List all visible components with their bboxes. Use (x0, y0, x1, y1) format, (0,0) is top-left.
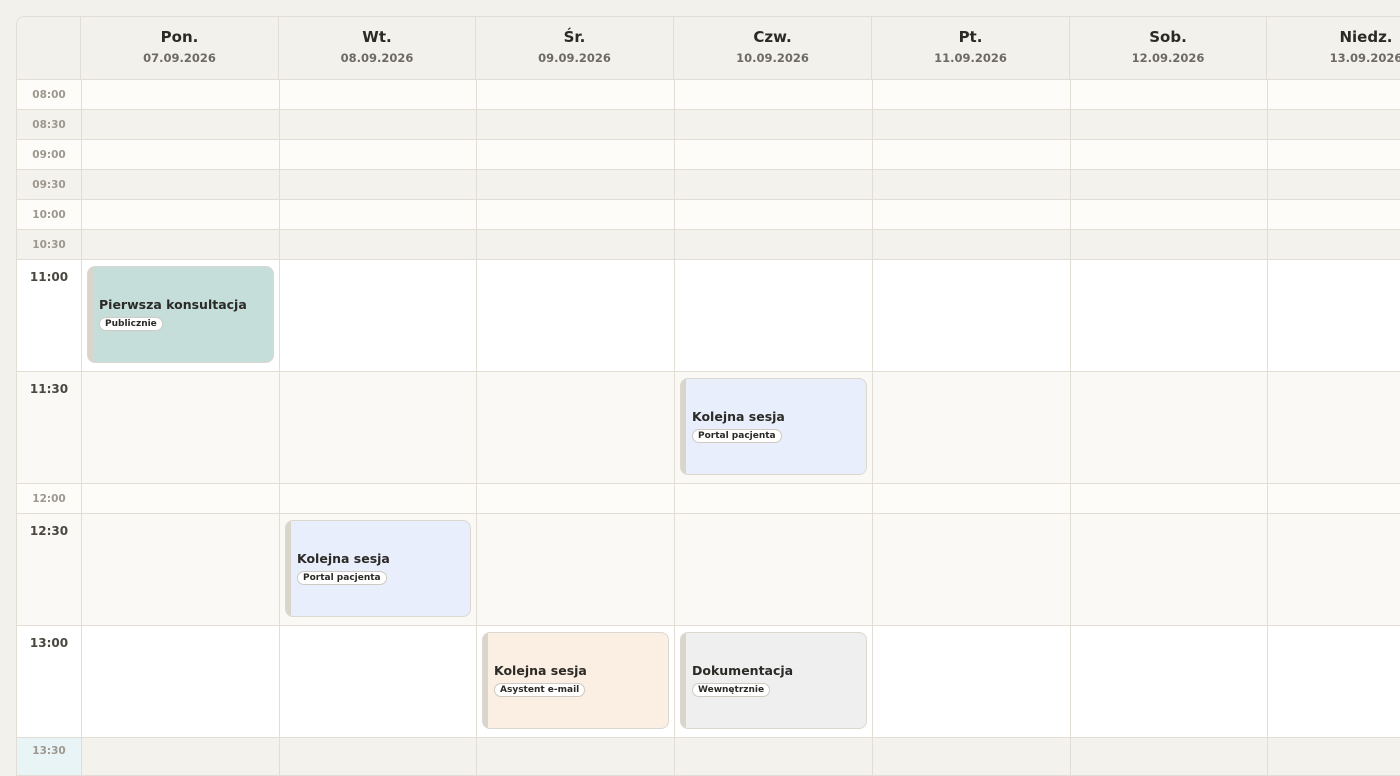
day-date: 07.09.2026 (143, 51, 216, 65)
event-card[interactable]: Kolejna sesja Asystent e-mail (482, 632, 669, 729)
event-card[interactable]: Dokumentacja Wewnętrznie (680, 632, 867, 729)
day-name: Sob. (1149, 28, 1187, 46)
time-label: 09:00 (32, 149, 66, 161)
time-row[interactable]: 09:30 (17, 170, 1400, 200)
event-title: Pierwsza konsultacja (99, 297, 247, 312)
day-name: Niedz. (1339, 28, 1393, 46)
grid-line (81, 80, 82, 775)
event-title: Kolejna sesja (692, 409, 785, 424)
grid-line (872, 80, 873, 775)
day-header-sun[interactable]: Niedz. 13.09.2026 (1267, 17, 1400, 80)
event-accent-bar (681, 379, 686, 474)
time-row[interactable]: 09:00 (17, 140, 1400, 170)
time-gutter (17, 738, 81, 775)
calendar-header: Pon. 07.09.2026 Wt. 08.09.2026 Śr. 09.09… (17, 17, 1400, 80)
time-label: 11:30 (29, 382, 69, 396)
time-label: 11:00 (29, 270, 69, 284)
event-badge: Wewnętrznie (692, 683, 771, 697)
time-label: 10:00 (32, 209, 66, 221)
day-date: 08.09.2026 (340, 51, 414, 65)
event-accent-bar (286, 521, 291, 616)
time-label: 13:30 (32, 745, 66, 757)
event-accent-bar (483, 633, 488, 728)
event-badge: Portal pacjenta (692, 429, 782, 443)
day-header-thu[interactable]: Czw. 10.09.2026 (674, 17, 872, 80)
day-date: 11.09.2026 (934, 51, 1007, 65)
day-name: Pt. (958, 28, 983, 46)
day-name: Śr. (563, 28, 586, 46)
day-name: Czw. (753, 28, 792, 46)
day-name: Pon. (160, 28, 199, 46)
grid-line (1070, 80, 1071, 775)
day-date: 09.09.2026 (538, 51, 611, 65)
time-row[interactable]: 08:30 (17, 110, 1400, 140)
time-label: 08:30 (32, 119, 66, 131)
day-header-sat[interactable]: Sob. 12.09.2026 (1070, 17, 1267, 80)
event-title: Kolejna sesja (297, 551, 390, 566)
day-header-mon[interactable]: Pon. 07.09.2026 (81, 17, 279, 80)
grid-line (279, 80, 280, 775)
day-date: 12.09.2026 (1131, 51, 1205, 65)
time-label: 10:30 (32, 239, 66, 251)
grid-line (1267, 80, 1268, 775)
event-title: Dokumentacja (692, 663, 794, 678)
time-row[interactable]: 12:00 (17, 484, 1400, 514)
time-row[interactable]: 12:30 (17, 514, 1400, 626)
day-header-fri[interactable]: Pt. 11.09.2026 (872, 17, 1070, 80)
event-accent-bar (681, 633, 686, 728)
time-row[interactable]: 10:30 (17, 230, 1400, 260)
event-badge: Portal pacjenta (297, 571, 387, 585)
event-card[interactable]: Pierwsza konsultacja Publicznie (87, 266, 274, 363)
time-label: 12:30 (29, 524, 69, 538)
event-title: Kolejna sesja (494, 663, 587, 678)
time-label: 12:00 (32, 493, 66, 505)
day-header-tue[interactable]: Wt. 08.09.2026 (279, 17, 476, 80)
time-label: 09:30 (32, 179, 66, 191)
event-card[interactable]: Kolejna sesja Portal pacjenta (285, 520, 471, 617)
week-calendar: Pon. 07.09.2026 Wt. 08.09.2026 Śr. 09.09… (16, 16, 1400, 776)
event-card[interactable]: Kolejna sesja Portal pacjenta (680, 378, 867, 475)
day-header-wed[interactable]: Śr. 09.09.2026 (476, 17, 674, 80)
time-label: 13:00 (29, 636, 69, 650)
event-accent-bar (88, 267, 93, 362)
day-date: 13.09.2026 (1329, 51, 1400, 65)
event-badge: Publicznie (99, 317, 163, 331)
time-row[interactable]: 08:00 (17, 80, 1400, 110)
header-corner (17, 17, 81, 80)
time-label: 08:00 (32, 89, 66, 101)
time-row[interactable]: 10:00 (17, 200, 1400, 230)
day-date: 10.09.2026 (736, 51, 809, 65)
event-badge: Asystent e-mail (494, 683, 586, 697)
time-row[interactable]: 13:30 (17, 738, 1400, 775)
grid-line (674, 80, 675, 775)
day-name: Wt. (362, 28, 392, 46)
grid-line (476, 80, 477, 775)
